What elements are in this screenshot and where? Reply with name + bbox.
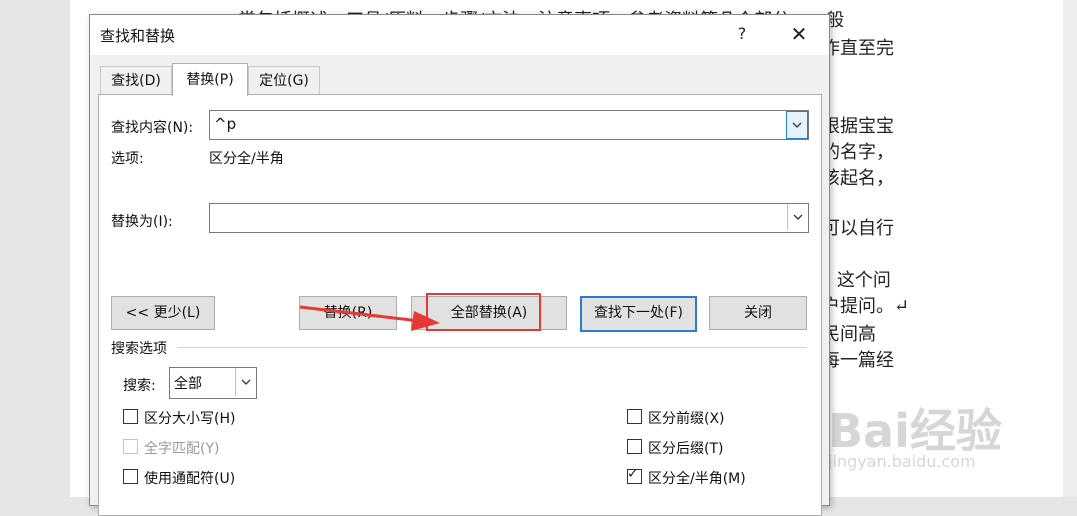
annotation-arrow-icon xyxy=(299,305,440,331)
tab-replace[interactable]: 替换(P) xyxy=(172,63,248,96)
